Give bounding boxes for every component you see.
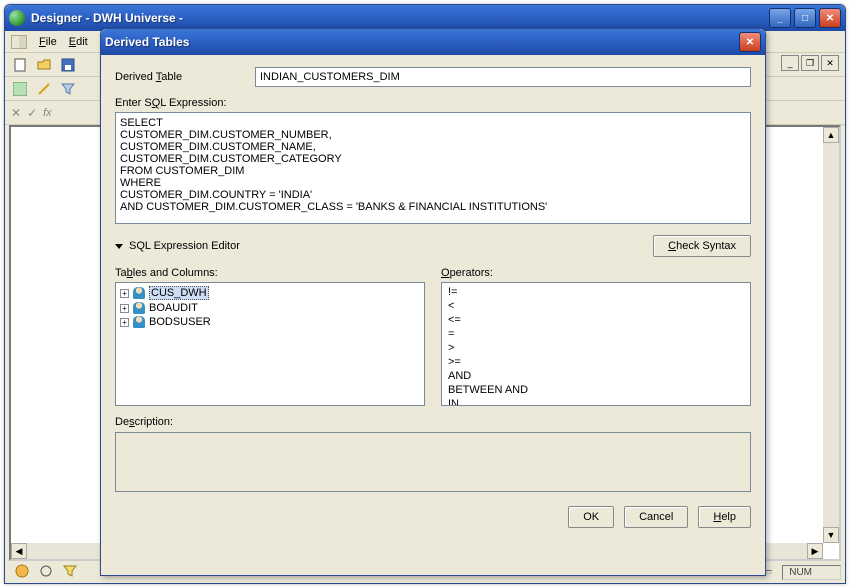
- ok-button[interactable]: OK: [568, 506, 614, 528]
- expand-icon[interactable]: +: [120, 318, 129, 327]
- menu-edit[interactable]: Edit: [69, 36, 88, 48]
- parent-window-title: Designer - DWH Universe -: [31, 11, 769, 25]
- derived-table-input[interactable]: [255, 67, 751, 87]
- status-num: NUM: [782, 565, 841, 580]
- mdi-minimize-button[interactable]: _: [781, 55, 799, 71]
- maximize-button[interactable]: □: [794, 8, 816, 28]
- minimize-button[interactable]: _: [769, 8, 791, 28]
- check-icon[interactable]: ✓: [27, 106, 37, 120]
- scroll-up-icon[interactable]: ▲: [823, 127, 839, 143]
- document-icon: [11, 35, 27, 49]
- tree-item-boaudit[interactable]: + BOAUDIT: [118, 301, 422, 315]
- op-neq[interactable]: !=: [444, 285, 748, 299]
- cancel-button[interactable]: Cancel: [624, 506, 688, 528]
- user-icon: [133, 287, 145, 299]
- expand-icon[interactable]: +: [120, 304, 129, 313]
- wizard-icon[interactable]: [35, 80, 53, 98]
- op-between[interactable]: BETWEEN AND: [444, 383, 748, 397]
- open-icon[interactable]: [35, 56, 53, 74]
- tree-item-bodsuser[interactable]: + BODSUSER: [118, 315, 422, 329]
- bottom-toolbar: [7, 561, 79, 581]
- tables-listbox[interactable]: + CUS_DWH + BOAUDIT + BODSUSER: [115, 282, 425, 406]
- scroll-left-icon[interactable]: ◀: [11, 543, 27, 559]
- vertical-scrollbar[interactable]: ▲ ▼: [823, 127, 839, 543]
- op-in[interactable]: IN: [444, 397, 748, 406]
- tree-item-cus-dwh[interactable]: + CUS_DWH: [118, 285, 422, 301]
- fx-icon[interactable]: fx: [43, 107, 52, 119]
- op-lte[interactable]: <=: [444, 313, 748, 327]
- close-button[interactable]: ✕: [819, 8, 841, 28]
- filter-icon[interactable]: [59, 80, 77, 98]
- cancel-icon[interactable]: ✕: [11, 106, 21, 120]
- circle-icon[interactable]: [37, 562, 55, 580]
- app-icon: [9, 10, 25, 26]
- check-syntax-button[interactable]: Check Syntax: [653, 235, 751, 257]
- sql-textarea[interactable]: [115, 112, 751, 224]
- derived-tables-dialog: Derived Tables ✕ Derived Table Enter SQL…: [100, 28, 766, 576]
- expand-icon[interactable]: +: [120, 289, 129, 298]
- description-label: Description:: [115, 416, 751, 428]
- dialog-close-button[interactable]: ✕: [739, 32, 761, 52]
- mdi-controls: _ ❐ ✕: [781, 55, 839, 71]
- menu-file[interactable]: File: [39, 36, 57, 48]
- sql-editor-label: SQL Expression Editor: [129, 240, 240, 252]
- operators-label: Operators:: [441, 267, 751, 279]
- op-lt[interactable]: <: [444, 299, 748, 313]
- scroll-right-icon[interactable]: ▶: [807, 543, 823, 559]
- dialog-title: Derived Tables: [105, 35, 739, 49]
- operators-listbox[interactable]: != < <= = > >= AND BETWEEN AND IN: [441, 282, 751, 406]
- user-icon: [133, 302, 145, 314]
- save-icon[interactable]: [59, 56, 77, 74]
- op-eq[interactable]: =: [444, 327, 748, 341]
- image-icon[interactable]: [11, 80, 29, 98]
- user-icon: [133, 316, 145, 328]
- mdi-close-button[interactable]: ✕: [821, 55, 839, 71]
- help-button[interactable]: Help: [698, 506, 751, 528]
- op-and[interactable]: AND: [444, 369, 748, 383]
- enter-sql-label: Enter SQL Expression:: [115, 97, 255, 109]
- filter2-icon[interactable]: [61, 562, 79, 580]
- op-gt[interactable]: >: [444, 341, 748, 355]
- derived-table-label: Derived Table: [115, 71, 255, 83]
- chevron-down-icon: [115, 244, 123, 249]
- description-box[interactable]: [115, 432, 751, 492]
- tables-label: Tables and Columns:: [115, 267, 425, 279]
- op-gte[interactable]: >=: [444, 355, 748, 369]
- scroll-down-icon[interactable]: ▼: [823, 527, 839, 543]
- palette-icon[interactable]: [13, 562, 31, 580]
- sql-editor-expander[interactable]: SQL Expression Editor: [115, 240, 653, 252]
- new-icon[interactable]: [11, 56, 29, 74]
- mdi-restore-button[interactable]: ❐: [801, 55, 819, 71]
- dialog-titlebar: Derived Tables ✕: [101, 29, 765, 55]
